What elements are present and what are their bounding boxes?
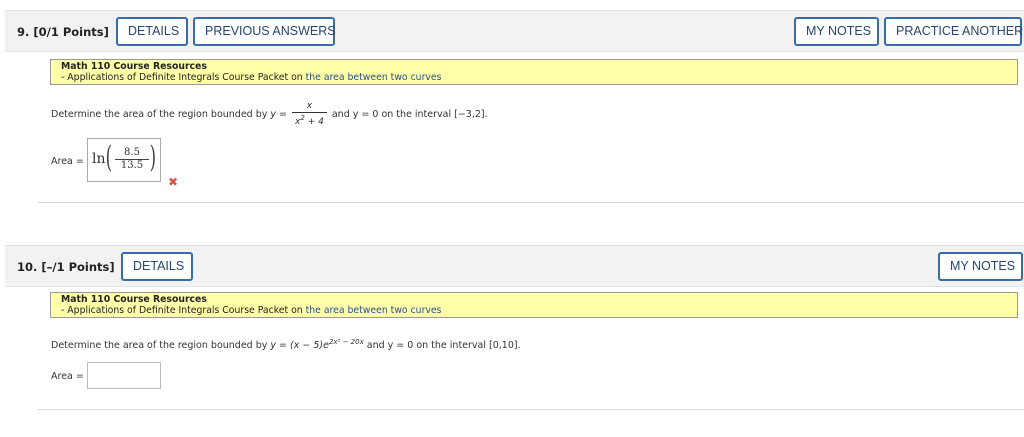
question-prompt: Determine the area of the region bounded… [51,101,488,128]
resources-text: - Applications of Definite Integrals Cou… [61,305,442,316]
course-resources-box: Math 110 Course Resources - Applications… [50,59,1018,85]
my-notes-button[interactable]: MY NOTES [938,252,1023,281]
cross-icon: ✖ [168,175,179,189]
resource-link[interactable]: the area between two curves [306,305,442,316]
question-9-body: Math 110 Course Resources - Applications… [38,53,1024,203]
question-10-title: 10. [–/1 Points] [17,260,115,274]
resources-title: Math 110 Course Resources [61,61,207,72]
resources-text: - Applications of Definite Integrals Cou… [61,72,442,83]
fraction: x x2 + 4 [292,101,327,128]
question-10-body: Math 110 Course Resources - Applications… [38,288,1024,410]
answer-field[interactable]: ln ( 8.5 13.5 ) [87,138,161,182]
question-9-title: 9. [0/1 Points] [17,25,109,39]
area-label: Area = [51,156,84,167]
area-label: Area = [51,371,84,382]
answer-field[interactable] [87,362,161,389]
question-10-header: 10. [–/1 Points] DETAILS MY NOTES [5,245,1024,287]
ln-symbol: ln [92,151,106,167]
question-9-header: 9. [0/1 Points] DETAILS PREVIOUS ANSWERS… [5,10,1024,52]
my-notes-button[interactable]: MY NOTES [794,17,879,46]
resource-link[interactable]: the area between two curves [306,72,442,83]
details-button[interactable]: DETAILS [116,17,188,46]
answer-fraction: 8.5 13.5 [115,147,149,172]
resources-title: Math 110 Course Resources [61,294,207,305]
practice-another-button[interactable]: PRACTICE ANOTHER [884,17,1023,46]
previous-answers-button[interactable]: PREVIOUS ANSWERS [193,17,336,46]
course-resources-box: Math 110 Course Resources - Applications… [50,292,1018,318]
details-button[interactable]: DETAILS [121,252,193,281]
question-prompt: Determine the area of the region bounded… [51,338,521,351]
